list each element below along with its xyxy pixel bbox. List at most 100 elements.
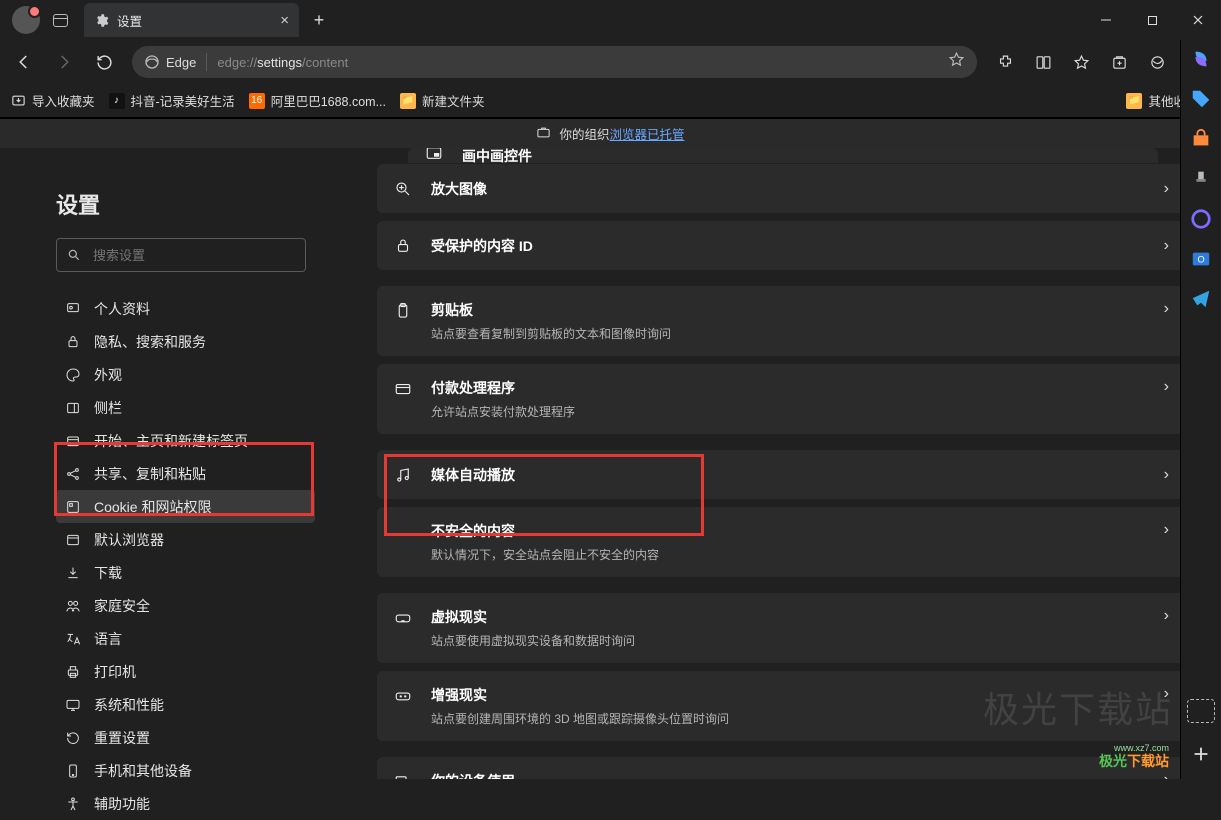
tag-icon[interactable] bbox=[1190, 88, 1212, 110]
telegram-icon[interactable] bbox=[1190, 288, 1212, 310]
bookmark-1688[interactable]: 16阿里巴巴1688.com... bbox=[249, 91, 386, 110]
games-icon[interactable] bbox=[1190, 168, 1212, 190]
nav-start[interactable]: 开始、主页和新建标签页 bbox=[56, 424, 315, 457]
nav-label: 辅助功能 bbox=[94, 794, 150, 814]
forward-button[interactable] bbox=[46, 44, 82, 80]
sidebar-icon bbox=[64, 399, 82, 417]
devices-icon bbox=[393, 772, 413, 779]
pip-icon bbox=[424, 148, 444, 163]
search-input[interactable] bbox=[91, 247, 295, 264]
system-icon bbox=[64, 696, 82, 714]
bookmark-label: 阿里巴巴1688.com... bbox=[271, 91, 386, 110]
outlook-icon[interactable]: O bbox=[1190, 248, 1212, 270]
back-button[interactable] bbox=[6, 44, 42, 80]
nav-sidebar[interactable]: 侧栏 bbox=[56, 391, 315, 424]
nav-label: 下载 bbox=[94, 563, 122, 583]
nav-cookies[interactable]: Cookie 和网站权限 bbox=[56, 490, 315, 523]
bookmark-folder[interactable]: 📁新建文件夹 bbox=[400, 91, 485, 110]
managed-banner: 你的组织浏览器已托管 bbox=[0, 118, 1221, 148]
settings-row-protected[interactable]: 受保护的内容 ID › bbox=[377, 221, 1185, 270]
settings-search[interactable] bbox=[56, 238, 306, 272]
lock-icon bbox=[393, 236, 413, 256]
workspaces-button[interactable] bbox=[46, 6, 74, 34]
chevron-right-icon: › bbox=[1164, 378, 1169, 396]
row-title: 虚拟现实 bbox=[431, 607, 1146, 627]
minimize-button[interactable] bbox=[1083, 0, 1129, 40]
bookmarks-bar: 导入收藏夹 ♪抖音-记录美好生活 16阿里巴巴1688.com... 📁新建文件… bbox=[0, 84, 1221, 118]
extensions-button[interactable] bbox=[987, 44, 1023, 80]
settings-row-clipboard[interactable]: 剪贴板站点要查看复制到剪贴板的文本和图像时询问 › bbox=[377, 286, 1185, 356]
nav-label: 手机和其他设备 bbox=[94, 761, 192, 781]
nav-label: 语言 bbox=[94, 629, 122, 649]
browser-tab[interactable]: 设置 × bbox=[84, 3, 299, 37]
import-favorites-button[interactable]: 导入收藏夹 bbox=[10, 91, 95, 110]
folder-icon: 📁 bbox=[400, 93, 416, 109]
row-title: 受保护的内容 ID bbox=[431, 236, 1146, 256]
favorites-button[interactable] bbox=[1063, 44, 1099, 80]
site-identity[interactable]: Edge bbox=[144, 54, 196, 70]
office-icon[interactable] bbox=[1190, 208, 1212, 230]
nav-printer[interactable]: 打印机 bbox=[56, 655, 315, 688]
settings-row-device-use[interactable]: 你的设备使用网站可询问你何时积极使用设备 › bbox=[377, 757, 1185, 779]
chevron-right-icon: › bbox=[1164, 466, 1169, 484]
settings-row-zoom[interactable]: 放大图像 › bbox=[377, 164, 1185, 213]
new-tab-button[interactable]: + bbox=[305, 6, 333, 34]
banner-link[interactable]: 浏览器已托管 bbox=[610, 128, 685, 142]
banner-text: 你的组织 bbox=[559, 128, 609, 142]
nav-label: 隐私、搜索和服务 bbox=[94, 332, 206, 352]
settings-panel: 放大图像 › 受保护的内容 ID › 剪贴板站点要查看复制到剪贴板的文本和图像时… bbox=[335, 148, 1221, 779]
ie-mode-button[interactable] bbox=[1139, 44, 1175, 80]
profile-icon bbox=[64, 300, 82, 318]
toolbar: Edge edge://settings/content bbox=[0, 40, 1221, 84]
bookmark-label: 抖音-记录美好生活 bbox=[131, 91, 235, 110]
cookie-icon bbox=[64, 498, 82, 516]
settings-row-autoplay[interactable]: 媒体自动播放 › bbox=[377, 450, 1185, 499]
nav-privacy[interactable]: 隐私、搜索和服务 bbox=[56, 325, 315, 358]
row-title: 剪贴板 bbox=[431, 300, 1146, 320]
chevron-right-icon: › bbox=[1164, 300, 1169, 318]
favorite-star-icon[interactable] bbox=[948, 51, 965, 73]
settings-row-insecure[interactable]: 不安全的内容默认情况下，安全站点会阻止不安全的内容 › bbox=[377, 507, 1185, 577]
nav-accessibility[interactable]: 辅助功能 bbox=[56, 787, 315, 820]
nav-label: 共享、复制和粘贴 bbox=[94, 464, 206, 484]
close-window-button[interactable] bbox=[1175, 0, 1221, 40]
settings-row-pip[interactable]: 画中画控件 bbox=[408, 148, 1158, 163]
nav-profile[interactable]: 个人资料 bbox=[56, 292, 315, 325]
nav-default-browser[interactable]: 默认浏览器 bbox=[56, 523, 315, 556]
printer-icon bbox=[64, 663, 82, 681]
nav-phone[interactable]: 手机和其他设备 bbox=[56, 754, 315, 787]
screenshot-tool-icon[interactable] bbox=[1187, 699, 1215, 723]
nav-label: 开始、主页和新建标签页 bbox=[94, 431, 248, 451]
ar-icon bbox=[393, 686, 413, 706]
row-title: 画中画控件 bbox=[462, 148, 1142, 163]
nav-reset[interactable]: 重置设置 bbox=[56, 721, 315, 754]
refresh-button[interactable] bbox=[86, 44, 122, 80]
chevron-right-icon: › bbox=[1164, 607, 1169, 625]
nav-appearance[interactable]: 外观 bbox=[56, 358, 315, 391]
settings-row-payment[interactable]: 付款处理程序允许站点安装付款处理程序 › bbox=[377, 364, 1185, 434]
maximize-button[interactable] bbox=[1129, 0, 1175, 40]
settings-row-vr[interactable]: 虚拟现实站点要使用虚拟现实设备和数据时询问 › bbox=[377, 593, 1185, 663]
nav-system[interactable]: 系统和性能 bbox=[56, 688, 315, 721]
settings-row-ar[interactable]: 增强现实站点要创建周围环境的 3D 地图或跟踪摄像头位置时询问 › bbox=[377, 671, 1185, 741]
chevron-right-icon: › bbox=[1164, 521, 1169, 539]
nav-label: 默认浏览器 bbox=[94, 530, 164, 550]
split-screen-button[interactable] bbox=[1025, 44, 1061, 80]
nav-label: Cookie 和网站权限 bbox=[94, 497, 211, 517]
nav-label: 侧栏 bbox=[94, 398, 122, 418]
nav-language[interactable]: 语言 bbox=[56, 622, 315, 655]
nav-family[interactable]: 家庭安全 bbox=[56, 589, 315, 622]
settings-content: 设置 个人资料 隐私、搜索和服务 外观 侧栏 开始、主页和新建标签页 共享、复制… bbox=[0, 148, 1221, 779]
settings-nav: 个人资料 隐私、搜索和服务 外观 侧栏 开始、主页和新建标签页 共享、复制和粘贴… bbox=[56, 292, 315, 820]
address-bar[interactable]: Edge edge://settings/content bbox=[132, 46, 977, 78]
nav-label: 系统和性能 bbox=[94, 695, 164, 715]
add-sidebar-icon[interactable] bbox=[1190, 743, 1212, 765]
nav-share[interactable]: 共享、复制和粘贴 bbox=[56, 457, 315, 490]
close-tab-icon[interactable]: × bbox=[280, 13, 289, 28]
bookmark-douyin[interactable]: ♪抖音-记录美好生活 bbox=[109, 91, 235, 110]
collections-button[interactable] bbox=[1101, 44, 1137, 80]
nav-downloads[interactable]: 下载 bbox=[56, 556, 315, 589]
shopping-icon[interactable] bbox=[1190, 128, 1212, 150]
profile-avatar[interactable] bbox=[12, 6, 40, 34]
copilot-icon[interactable] bbox=[1190, 48, 1212, 70]
